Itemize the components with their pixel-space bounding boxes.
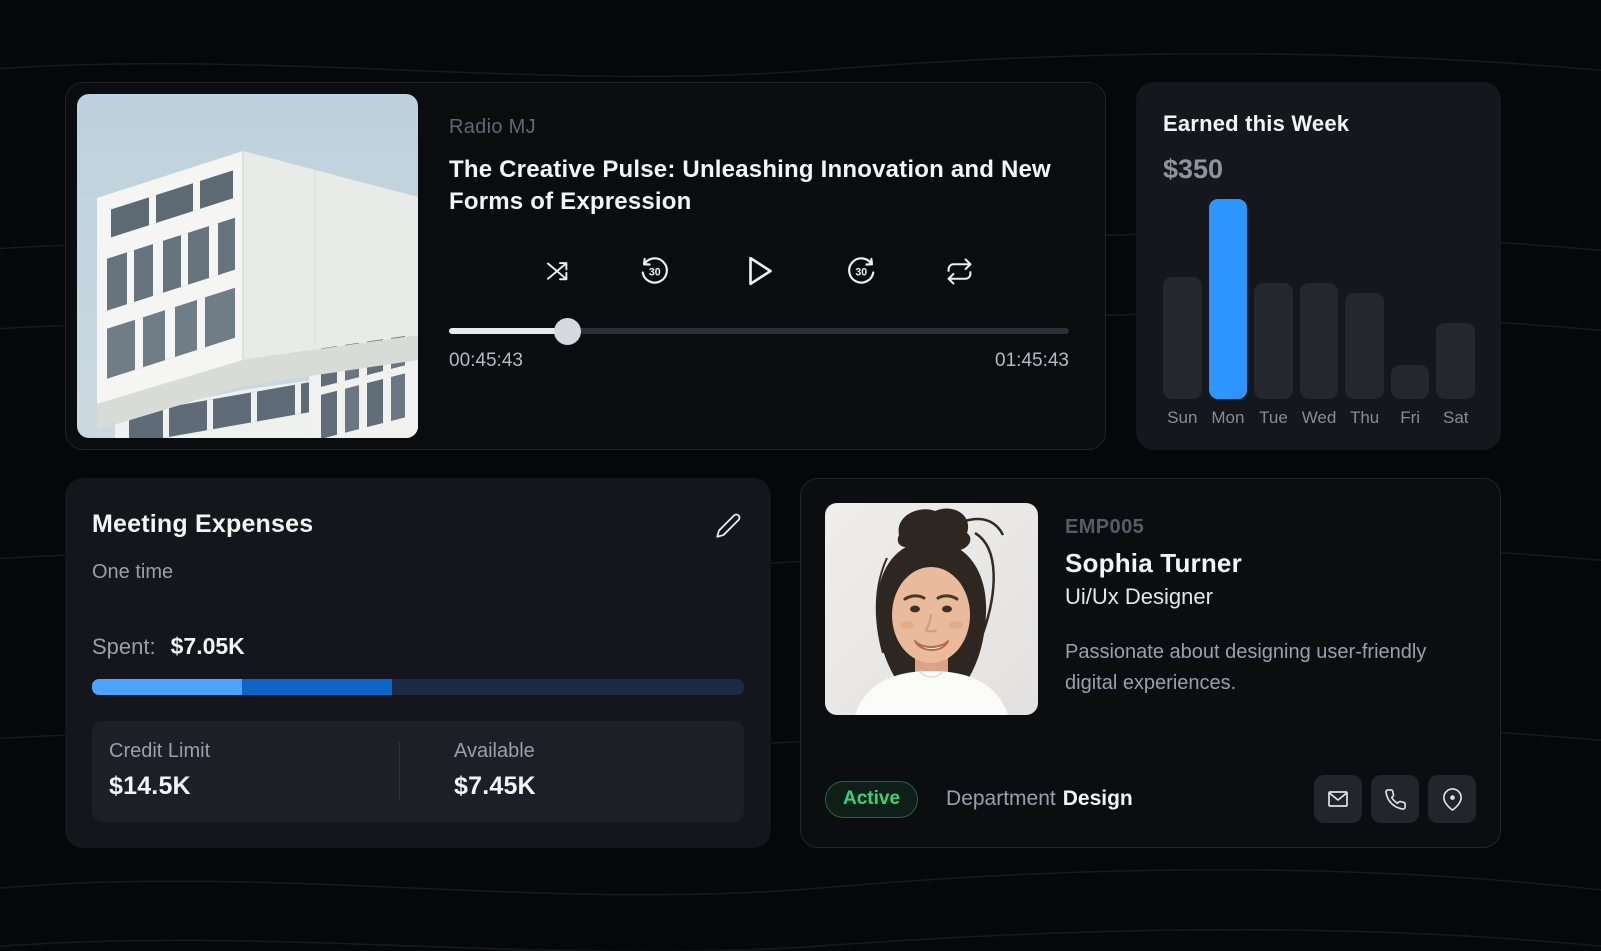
mail-button[interactable] (1314, 775, 1362, 823)
credit-limit-label: Credit Limit (109, 740, 399, 763)
spent-row: Spent: $7.05K (92, 633, 744, 660)
spent-label: Spent: (92, 634, 156, 660)
bar-column-sun: Sun (1163, 199, 1202, 428)
slider-thumb[interactable] (554, 318, 581, 345)
location-button[interactable] (1428, 775, 1476, 823)
media-player-card: Radio MJ The Creative Pulse: Unleashing … (65, 82, 1106, 450)
forward-30-button[interactable]: 30 (846, 256, 877, 287)
bar-sat (1436, 323, 1475, 399)
repeat-button[interactable] (945, 257, 974, 286)
bar-label-sun: Sun (1163, 408, 1202, 428)
employee-role: Ui/Ux Designer (1065, 584, 1460, 610)
station-name: Radio MJ (449, 116, 1069, 139)
bar-tue (1254, 283, 1293, 399)
bar-column-thu: Thu (1345, 199, 1384, 428)
play-icon (738, 251, 778, 291)
employee-info: EMP005 Sophia Turner Ui/Ux Designer Pass… (1065, 503, 1460, 715)
bar-label-wed: Wed (1300, 408, 1339, 428)
svg-text:30: 30 (649, 266, 661, 278)
progress-segment-remaining-navy (392, 679, 744, 695)
rewind-30-button[interactable]: 30 (639, 256, 670, 287)
svg-text:30: 30 (855, 266, 867, 278)
department-label: Department (946, 787, 1056, 810)
bar-column-mon: Mon (1209, 199, 1248, 428)
limits-box: Credit Limit $14.5K Available $7.45K (92, 721, 744, 822)
bar-label-fri: Fri (1391, 408, 1430, 428)
album-art-building-image (77, 94, 418, 438)
bar-label-mon: Mon (1209, 408, 1248, 428)
bar-column-sat: Sat (1436, 199, 1475, 428)
progress-segment-spent-mid-blue (242, 679, 392, 695)
earned-this-week-card: Earned this Week $350 Sun Mon Tue Wed Thu Fri… (1136, 82, 1501, 450)
bar-column-wed: Wed (1300, 199, 1339, 428)
employee-name: Sophia Turner (1065, 548, 1460, 579)
meeting-expenses-title: Meeting Expenses (92, 510, 313, 539)
edit-expense-button[interactable] (713, 510, 744, 544)
employee-actions (1314, 775, 1476, 823)
pencil-icon (715, 512, 742, 539)
progress-segment-spent-light-blue (92, 679, 242, 695)
total-duration: 01:45:43 (995, 350, 1069, 372)
phone-button[interactable] (1371, 775, 1419, 823)
phone-icon (1384, 788, 1407, 811)
employee-footer: Active Department Design (825, 775, 1476, 823)
bar-fri (1391, 365, 1430, 399)
bar-column-tue: Tue (1254, 199, 1293, 428)
employee-profile-card: EMP005 Sophia Turner Ui/Ux Designer Pass… (800, 478, 1501, 848)
bar-wed (1300, 283, 1339, 399)
player-panel: Radio MJ The Creative Pulse: Unleashing … (418, 94, 1094, 438)
available-label: Available (454, 740, 744, 763)
track-title: The Creative Pulse: Unleashing Innovatio… (449, 154, 1069, 217)
rewind-30-icon: 30 (639, 256, 670, 287)
play-button[interactable] (738, 251, 778, 291)
employee-photo (825, 503, 1038, 715)
employee-id: EMP005 (1065, 516, 1460, 539)
credit-limit-block: Credit Limit $14.5K (92, 740, 399, 801)
earned-amount: $350 (1163, 154, 1475, 185)
playback-slider[interactable] (449, 317, 1069, 345)
bar-label-tue: Tue (1254, 408, 1293, 428)
time-row: 00:45:43 01:45:43 (449, 350, 1069, 372)
available-value: $7.45K (454, 772, 744, 801)
status-badge: Active (825, 781, 918, 818)
player-controls: 30 30 (449, 251, 1069, 291)
elapsed-time: 00:45:43 (449, 350, 523, 372)
slider-fill (449, 328, 567, 334)
shuffle-icon (544, 258, 571, 285)
earned-title: Earned this Week (1163, 111, 1475, 137)
bar-column-fri: Fri (1391, 199, 1430, 428)
bar-label-sat: Sat (1436, 408, 1475, 428)
shuffle-button[interactable] (544, 258, 571, 285)
bar-label-thu: Thu (1345, 408, 1384, 428)
employee-bio: Passionate about designing user-friendly… (1065, 637, 1460, 699)
bar-mon (1209, 199, 1248, 399)
weekly-earnings-bar-chart: Sun Mon Tue Wed Thu Fri Sat (1163, 199, 1475, 428)
expense-progress-bar (92, 679, 744, 695)
spent-value: $7.05K (171, 633, 245, 660)
mail-icon (1326, 787, 1350, 811)
credit-limit-value: $14.5K (109, 772, 399, 801)
bar-sun (1163, 277, 1202, 399)
forward-30-icon: 30 (846, 256, 877, 287)
department-value: Design (1063, 787, 1133, 810)
available-block: Available $7.45K (400, 740, 744, 801)
meeting-expenses-card: Meeting Expenses One time Spent: $7.05K … (65, 478, 771, 848)
bar-thu (1345, 293, 1384, 399)
location-pin-icon (1441, 788, 1464, 811)
department-row: Department Design (946, 787, 1133, 811)
expense-frequency: One time (92, 561, 744, 584)
repeat-icon (945, 257, 974, 286)
